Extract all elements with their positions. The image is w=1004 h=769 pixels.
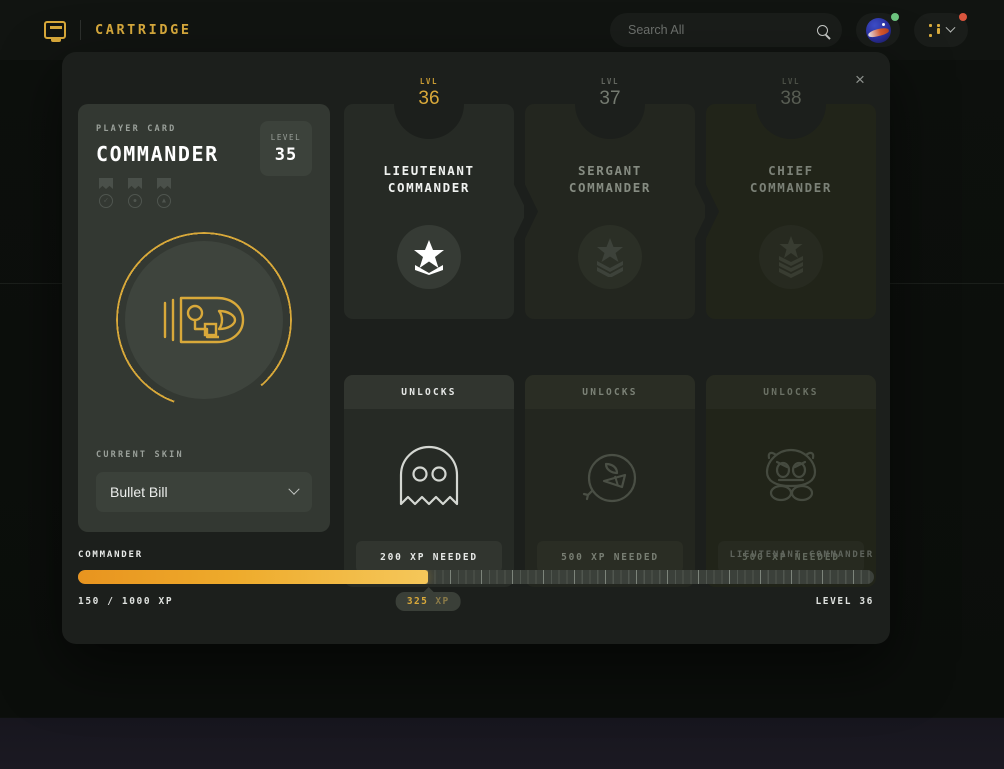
star-three-chevron-icon — [774, 235, 808, 279]
xp-counter: 150 / 1000 XP — [78, 596, 173, 607]
rank-card-sergant-commander[interactable]: LVL 37 SERGANT COMMANDER — [525, 104, 695, 319]
chevron-down-icon — [945, 22, 955, 32]
rank-title-line1: LIEUTENANT — [344, 162, 514, 179]
medal-chevron-icon: ▲ — [154, 178, 174, 208]
status-online-dot — [891, 13, 899, 21]
current-skin-value: Bullet Bill — [110, 484, 168, 500]
insignia-disc — [759, 225, 823, 289]
insignia-disc — [578, 225, 642, 289]
rank-title-line2: COMMANDER — [344, 179, 514, 196]
brand-name: CARTRIDGE — [95, 22, 192, 38]
unlock-card-art — [525, 421, 695, 531]
rank-title-line2: COMMANDER — [525, 179, 695, 196]
controller-dots-icon — [929, 24, 940, 37]
goomba-icon — [757, 445, 825, 507]
level-badge: LEVEL 35 — [260, 121, 312, 176]
medal-dot-icon: ● — [125, 178, 145, 208]
player-card: PLAYER CARD COMMANDER LEVEL 35 ✓ ● ▲ — [78, 104, 330, 532]
topbar-actions — [610, 13, 968, 47]
rank-title-line1: SERGANT — [525, 162, 695, 179]
cartridge-icon — [44, 21, 66, 39]
rank-card-title: LIEUTENANT COMMANDER — [344, 162, 514, 196]
rank-card-chief-commander[interactable]: LVL 38 CHIEF COMMANDER — [706, 104, 876, 319]
search-icon[interactable] — [817, 25, 828, 36]
unlock-card-header: UNLOCKS — [344, 375, 514, 409]
progress-labels: COMMANDER LIEUTENANT COMMANDER — [78, 550, 874, 560]
insignia-disc — [397, 225, 461, 289]
avatar — [866, 18, 891, 43]
ghost-icon — [396, 442, 462, 510]
bullet-bill-icon — [161, 291, 247, 349]
top-navigation-bar: CARTRIDGE — [0, 0, 1004, 60]
next-rank-label: LIEUTENANT COMMANDER — [730, 550, 874, 560]
notification-dot — [959, 13, 967, 21]
xp-progress-section: COMMANDER LIEUTENANT COMMANDER 325 XP 15… — [78, 550, 874, 628]
current-skin-select[interactable]: Bullet Bill — [96, 472, 312, 512]
next-level-label: LEVEL 36 — [815, 596, 874, 607]
avatar-button[interactable] — [856, 13, 900, 47]
medal-row: ✓ ● ▲ — [96, 178, 312, 208]
current-skin-label: CURRENT SKIN — [96, 450, 184, 460]
current-rank-label: COMMANDER — [78, 550, 143, 560]
rank-card-lieutenant-commander[interactable]: LVL 36 LIEUTENANT COMMANDER — [344, 104, 514, 319]
medal-check-icon: ✓ — [96, 178, 116, 208]
rank-title-line2: COMMANDER — [706, 179, 876, 196]
profile-menu-button[interactable] — [914, 13, 968, 47]
rank-title-line1: CHIEF — [706, 162, 876, 179]
rank-level-label: LVL — [601, 77, 619, 86]
skin-progress-ring-wrapper — [116, 232, 292, 408]
progress-bar-fill — [78, 570, 428, 584]
xp-progress-bar[interactable] — [78, 570, 874, 584]
rank-card-title: CHIEF COMMANDER — [706, 162, 876, 196]
search-input[interactable] — [628, 23, 817, 37]
level-badge-value: 35 — [275, 145, 297, 165]
progress-values: 150 / 1000 XP LEVEL 36 — [78, 596, 874, 607]
unlock-card-header: UNLOCKS — [525, 375, 695, 409]
chevron-down-icon — [288, 484, 299, 495]
search-box[interactable] — [610, 13, 842, 47]
rank-level-value: 38 — [780, 88, 801, 110]
star-one-chevron-icon — [412, 239, 446, 275]
rank-level-label: LVL — [420, 77, 438, 86]
unlock-card-header: UNLOCKS — [706, 375, 876, 409]
brand-divider — [80, 20, 81, 40]
unlock-card-art — [706, 421, 876, 531]
unlock-card-art — [344, 421, 514, 531]
star-two-chevron-icon — [593, 237, 627, 277]
close-icon[interactable]: × — [846, 66, 874, 94]
bobomb-icon — [579, 445, 641, 507]
level-badge-label: LEVEL — [271, 133, 302, 142]
rank-level-label: LVL — [782, 77, 800, 86]
brand-logo[interactable]: CARTRIDGE — [44, 20, 192, 40]
rank-level-value: 36 — [418, 88, 439, 110]
rank-card-title: SERGANT COMMANDER — [525, 162, 695, 196]
rank-level-value: 37 — [599, 88, 620, 110]
rank-progression-modal: × PLAYER CARD COMMANDER LEVEL 35 ✓ ● ▲ — [62, 52, 890, 644]
